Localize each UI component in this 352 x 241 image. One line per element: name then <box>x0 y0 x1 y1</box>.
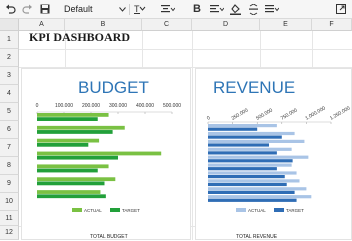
bold-icon[interactable]: B <box>191 1 203 17</box>
svg-text:T: T <box>134 4 140 14</box>
revenue-bar-actual <box>208 124 277 128</box>
row-header-2[interactable]: 2 <box>0 49 19 67</box>
revenue-bar-actual <box>208 195 312 199</box>
revenue-bar-target <box>208 127 258 131</box>
more-icon[interactable] <box>264 1 280 17</box>
revenue-bar-actual <box>208 187 307 191</box>
revenue-bar-actual <box>208 139 305 143</box>
budget-tick-label: 300.000 <box>109 103 127 109</box>
revenue-bar-actual <box>208 171 297 175</box>
budget-chart-plot: 0 100.000 200.000 300.000 400.000 500.000 ACTU… <box>36 103 182 213</box>
budget-bar-target <box>37 194 106 199</box>
budget-bar-actual <box>37 125 125 130</box>
revenue-bar-target <box>208 167 277 171</box>
budget-bar-actual <box>37 190 101 194</box>
align-center-icon[interactable] <box>160 1 176 17</box>
revenue-legend-swatch <box>236 208 246 212</box>
budget-legend-swatch <box>72 208 82 212</box>
revenue-bar-target <box>208 159 293 163</box>
revenue-bar-actual <box>208 179 300 183</box>
row-header-4[interactable]: 4 <box>0 85 19 103</box>
budget-legend-label: ACTUAL <box>84 208 102 213</box>
budget-legend-swatch <box>110 208 120 212</box>
column-header-f[interactable]: F <box>312 19 352 31</box>
column-header-e[interactable]: E <box>260 19 312 31</box>
undo-icon[interactable] <box>3 1 17 17</box>
expand-icon[interactable] <box>334 1 348 17</box>
revenue-bar-actual <box>208 131 295 136</box>
revenue-legend-label: ACTUAL <box>248 208 266 213</box>
font-select-value: Default <box>64 4 93 14</box>
revenue-legend-swatch <box>274 208 284 212</box>
row-header-8[interactable]: 8 <box>0 157 19 175</box>
total-revenue-label: TOTAL REVENUE <box>236 234 278 240</box>
row-header-1[interactable]: 1 <box>0 31 19 49</box>
revenue-bar-actual <box>208 155 309 159</box>
spacing-icon[interactable] <box>247 1 259 17</box>
row-header-11[interactable]: 11 <box>0 211 19 226</box>
revenue-bar-target <box>208 151 277 155</box>
budget-bar-target <box>37 142 89 147</box>
dashboard-title: KPI DASHBOARD <box>29 30 131 44</box>
text-color-icon[interactable]: T <box>133 1 149 17</box>
budget-chart[interactable]: BUDGET 0 100.000 200.000 300.000 400.000 500.… <box>21 68 191 240</box>
budget-bar-target <box>37 130 113 134</box>
revenue-tick-label: 1.250.000 <box>329 105 351 121</box>
redo-icon[interactable] <box>20 1 34 17</box>
budget-tick-label: 0 <box>36 103 39 109</box>
revenue-bar-target <box>208 135 282 139</box>
total-budget-label: TOTAL BUDGET <box>90 234 128 240</box>
revenue-chart-plot: 0 250.000 500.000 750.000 1.000.000 1.250.000… <box>206 105 351 213</box>
revenue-bar-actual <box>208 163 292 167</box>
budget-bar-target <box>37 117 98 121</box>
row-header-3[interactable]: 3 <box>0 67 19 85</box>
toolbar-separator <box>129 4 130 15</box>
row-header-12[interactable]: 12 <box>0 226 19 240</box>
budget-bar-target <box>37 168 98 173</box>
row-header-10[interactable]: 10 <box>0 193 19 211</box>
row-header-9[interactable]: 9 <box>0 175 19 193</box>
row-header-5[interactable]: 5 <box>0 103 19 121</box>
budget-tick-label: 400.000 <box>136 103 154 109</box>
budget-bar-actual <box>37 151 162 156</box>
revenue-tick-label: 500.000 <box>255 107 274 121</box>
revenue-bar-target <box>208 190 295 194</box>
budget-tick-label: 200.000 <box>82 103 100 109</box>
row-header-7[interactable]: 7 <box>0 139 19 157</box>
budget-bar-actual <box>37 164 109 169</box>
revenue-chart[interactable]: REVENUE 0 250.000 500.000 750.000 1.000.000 1… <box>195 68 352 240</box>
revenue-bar-actual <box>208 147 292 151</box>
revenue-legend-label: TARGET <box>286 208 304 213</box>
budget-bar-actual <box>37 138 100 143</box>
budget-bar-actual <box>37 113 109 117</box>
chevron-down-icon <box>119 4 126 14</box>
budget-bar-actual <box>37 177 116 182</box>
select-all-corner[interactable] <box>0 19 19 31</box>
gridline <box>19 49 352 50</box>
budget-tick-label: 100.000 <box>55 103 73 109</box>
revenue-bar-target <box>208 175 285 179</box>
toolbar: Default T B <box>0 0 352 19</box>
budget-bar-target <box>37 181 105 186</box>
fill-color-icon[interactable] <box>228 1 242 17</box>
revenue-tick-label: 250.000 <box>231 107 250 121</box>
budget-legend-label: TARGET <box>122 208 140 213</box>
revenue-tick-label: 1.000.000 <box>304 105 326 121</box>
column-header-d[interactable]: D <box>192 19 260 31</box>
save-icon[interactable] <box>38 1 52 17</box>
budget-tick-label: 500.000 <box>163 103 181 109</box>
revenue-tick-label: 750.000 <box>280 107 299 121</box>
budget-bar-target <box>37 155 118 160</box>
revenue-bar-target <box>208 143 270 147</box>
gridline <box>192 31 193 240</box>
revenue-bar-target <box>208 198 297 202</box>
column-header-c[interactable]: C <box>142 19 192 31</box>
revenue-tick-label: 0 <box>206 115 212 122</box>
row-header-6[interactable]: 6 <box>0 121 19 139</box>
align-icon[interactable] <box>209 1 225 17</box>
font-select[interactable]: Default <box>64 2 126 16</box>
revenue-bar-target <box>208 182 287 187</box>
